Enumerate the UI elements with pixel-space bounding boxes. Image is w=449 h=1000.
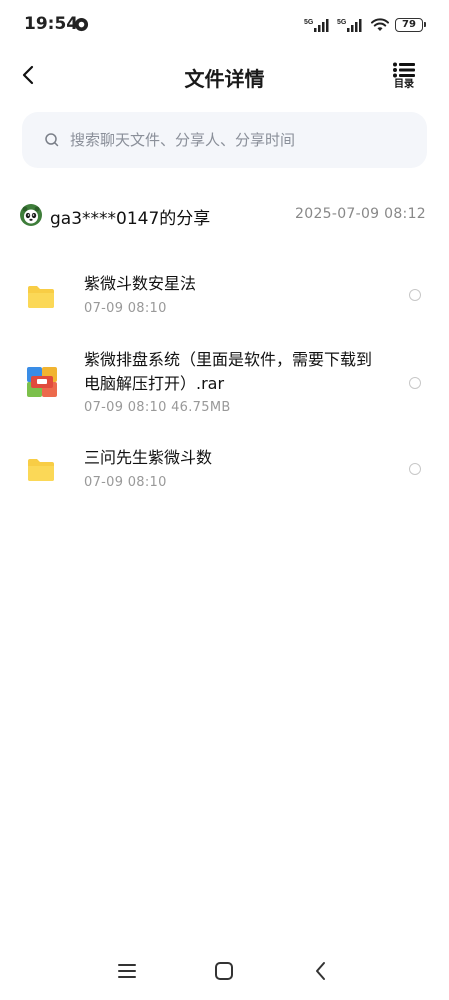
select-radio[interactable] (409, 463, 421, 475)
sharer-name: ga3****0147的分享 (50, 209, 211, 229)
header: 文件详情 目录 (0, 52, 449, 98)
toc-label: 目录 (394, 79, 414, 90)
wifi-icon (371, 18, 389, 31)
file-name: 三问先生紫微斗数 (84, 448, 213, 467)
search-box[interactable] (22, 112, 427, 168)
menu-icon[interactable] (116, 960, 138, 982)
select-radio[interactable] (409, 289, 421, 301)
file-meta: 07-09 08:10 46.75MB (84, 400, 231, 415)
list-item[interactable]: 三问先生紫微斗数 07-09 08:10 (0, 442, 449, 502)
search-icon (45, 133, 59, 147)
archive-icon (27, 367, 57, 397)
home-icon[interactable] (213, 960, 235, 982)
list-icon (393, 62, 415, 78)
file-meta: 07-09 08:10 (84, 475, 167, 490)
share-time: 2025-07-09 08:12 (295, 206, 426, 222)
system-nav-bar (0, 950, 449, 994)
file-meta: 07-09 08:10 (84, 301, 167, 316)
signal-5g-label: 5G (304, 19, 314, 26)
signal-5g-icon: 5G (304, 19, 329, 32)
status-time: 19:54 (24, 14, 79, 34)
status-bar: 19:54 5G 5G 79 (0, 0, 449, 50)
signal-5g-label-2: 5G (337, 19, 347, 26)
select-radio[interactable] (409, 377, 421, 389)
folder-icon (28, 286, 54, 308)
toc-button[interactable]: 目录 (389, 62, 419, 94)
back-nav-icon[interactable] (310, 960, 332, 982)
folder-icon (28, 459, 54, 481)
battery-icon: 79 (395, 18, 426, 32)
search-input[interactable] (70, 126, 410, 154)
notification-icon (74, 17, 89, 32)
file-name: 紫微排盘系统（里面是软件，需要下载到电脑解压打开）.rar (84, 350, 373, 393)
page-title: 文件详情 (184, 67, 265, 91)
avatar[interactable] (20, 204, 42, 226)
share-header: ga3****0147的分享 2025-07-09 08:12 (20, 202, 430, 230)
file-name: 紫微斗数安星法 (84, 274, 197, 293)
signal-5g-icon-2: 5G (337, 19, 362, 32)
list-item[interactable]: 紫微排盘系统（里面是软件，需要下载到电脑解压打开）.rar 07-09 08:1… (0, 346, 449, 422)
status-icons: 5G 5G 79 (304, 14, 426, 36)
list-item[interactable]: 紫微斗数安星法 07-09 08:10 (0, 268, 449, 328)
